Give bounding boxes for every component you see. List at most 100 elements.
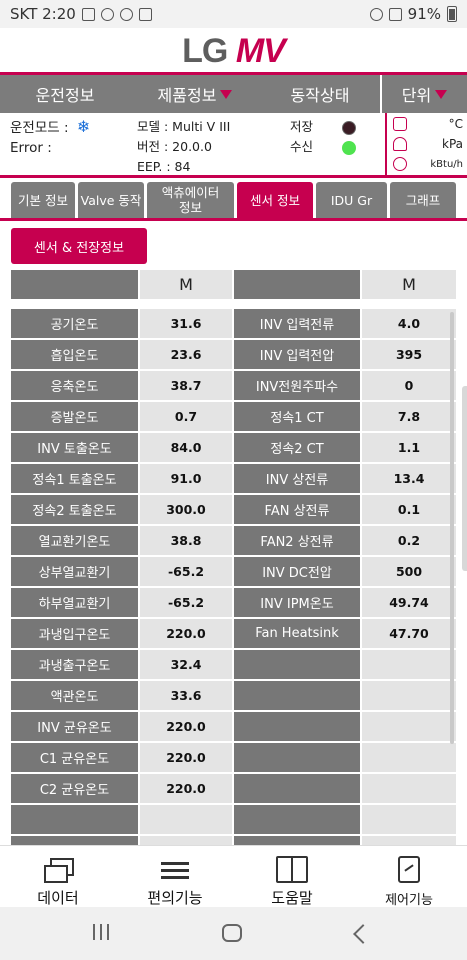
table-scrollbar[interactable]	[450, 312, 454, 744]
electrical-name	[234, 650, 360, 679]
sensor-value: 300.0	[140, 495, 232, 524]
tab-sensor-info[interactable]: 센서 정보	[237, 182, 313, 218]
electrical-name	[234, 681, 360, 710]
table-header-blank	[11, 270, 138, 299]
electrical-name: INV전원주파수	[234, 371, 360, 400]
sensor-value: 32.4	[140, 650, 232, 679]
model-text: 모델 : Multi V III	[137, 119, 231, 134]
sensor-name	[11, 836, 138, 845]
sensor-name: 정속1 토출온도	[11, 464, 138, 493]
bottom-nav: 데이터 편의기능 도움말 제어기능	[0, 845, 467, 908]
sensor-value: 0.7	[140, 402, 232, 431]
electrical-value	[362, 836, 456, 845]
electrical-value: 0	[362, 371, 456, 400]
recent-apps-icon[interactable]	[92, 922, 110, 944]
sensor-name: 정속2 토출온도	[11, 495, 138, 524]
bottom-nav-control[interactable]: 제어기능	[351, 846, 467, 908]
sensor-value: 220.0	[140, 743, 232, 772]
electrical-name	[234, 712, 360, 741]
sensor-electrical-button[interactable]: 센서 & 전장정보	[11, 228, 147, 264]
thermometer-icon	[393, 117, 407, 131]
talk-icon	[100, 7, 114, 21]
sensor-name: 과냉출구온도	[11, 650, 138, 679]
table-header-blank	[234, 270, 360, 299]
sensor-name: 흡입온도	[11, 340, 138, 369]
sensor-name: 상부열교환기	[11, 557, 138, 586]
tab-actuator[interactable]: 액츄에이터 정보	[147, 182, 234, 218]
nav-operation-info[interactable]: 운전정보	[0, 75, 130, 113]
sensor-name: 과냉입구온도	[11, 619, 138, 648]
bottom-nav-convenience[interactable]: 편의기능	[117, 846, 233, 908]
signal-icon	[388, 7, 402, 21]
cooling-snowflake-icon: ❄	[76, 117, 91, 136]
battery-percent: 91%	[407, 5, 441, 23]
sensor-value	[140, 805, 232, 834]
electrical-name: INV DC전압	[234, 557, 360, 586]
sensor-name: C1 균유온도	[11, 743, 138, 772]
sensor-name: INV 토출온도	[11, 433, 138, 462]
electrical-value: 49.74	[362, 588, 456, 617]
sensor-name: INV 균유온도	[11, 712, 138, 741]
sensor-name: 열교환기온도	[11, 526, 138, 555]
tab-idu-group[interactable]: IDU Gr	[316, 182, 387, 218]
nav-product-info[interactable]: 제품정보	[130, 75, 260, 113]
sensor-name	[11, 805, 138, 834]
home-icon[interactable]	[222, 924, 242, 942]
system-nav-bar	[0, 907, 467, 960]
electrical-name	[234, 805, 360, 834]
eep-text: EEP. : 84	[137, 159, 191, 174]
bottom-nav-data[interactable]: 데이터	[0, 846, 116, 908]
electrical-name: 정속2 CT	[234, 433, 360, 462]
tab-valve[interactable]: Valve 동작	[78, 182, 144, 218]
save-indicator-icon	[342, 121, 356, 135]
sensor-value: 220.0	[140, 712, 232, 741]
receive-indicator-icon	[342, 141, 356, 155]
electrical-name: INV 입력전압	[234, 340, 360, 369]
control-device-icon	[398, 856, 420, 883]
tab-bar: 기본 정보 Valve 동작 액츄에이터 정보 센서 정보 IDU Gr 그래프	[0, 182, 467, 220]
electrical-value: 1.1	[362, 433, 456, 462]
nav-unit-label: 단위	[401, 86, 432, 105]
sensor-value: 38.8	[140, 526, 232, 555]
edge-panel-handle[interactable]	[462, 386, 467, 571]
nfc-icon	[81, 7, 95, 21]
electrical-value: 0.2	[362, 526, 456, 555]
back-icon[interactable]	[353, 924, 373, 944]
receive-label: 수신	[290, 139, 314, 154]
chat-icon	[119, 7, 133, 21]
electrical-name: INV 상전류	[234, 464, 360, 493]
sensor-value: 33.6	[140, 681, 232, 710]
logo-brand: LG	[182, 31, 228, 70]
tab-graph[interactable]: 그래프	[390, 182, 456, 218]
lg-mv-logo: LG MV	[182, 31, 286, 71]
electrical-value: 13.4	[362, 464, 456, 493]
sensor-value: -65.2	[140, 588, 232, 617]
table-header-m-left: M	[140, 270, 232, 299]
nav-operation-status-label: 동작상태	[290, 86, 350, 105]
version-text: 버전 : 20.0.0	[137, 139, 212, 154]
sensor-value: 31.6	[140, 309, 232, 338]
logo-product: MV	[235, 31, 286, 70]
pressure-gauge-icon	[393, 137, 407, 151]
bottom-nav-help[interactable]: 도움말	[234, 846, 350, 908]
electrical-value: 0.1	[362, 495, 456, 524]
bottom-nav-help-label: 도움말	[271, 889, 313, 907]
sensor-name: 공기온도	[11, 309, 138, 338]
book-icon	[276, 856, 308, 883]
nav-unit[interactable]: 단위	[380, 75, 467, 113]
sensor-value: -65.2	[140, 557, 232, 586]
info-panel: 운전모드 : ❄ Error : 모델 : Multi V III 버전 : 2…	[0, 113, 467, 178]
sensor-name: 하부열교환기	[11, 588, 138, 617]
tab-basic-info[interactable]: 기본 정보	[11, 182, 75, 218]
nav-operation-status[interactable]: 동작상태	[260, 75, 380, 113]
bottom-nav-data-label: 데이터	[37, 889, 79, 907]
sensor-table[interactable]: M M 공기온도 31.6 INV 입력전류 4.0 흡입온도 23.6 INV 입력전압 395…	[11, 270, 456, 845]
sensor-value: 91.0	[140, 464, 232, 493]
electrical-value: 7.8	[362, 402, 456, 431]
top-nav: 운전정보 제품정보 동작상태 단위	[0, 75, 467, 113]
electrical-value: 4.0	[362, 309, 456, 338]
app-header: LG MV	[0, 28, 467, 74]
sensor-name: 액관온도	[11, 681, 138, 710]
sensor-value: 23.6	[140, 340, 232, 369]
capacity-bulb-icon	[393, 157, 407, 171]
